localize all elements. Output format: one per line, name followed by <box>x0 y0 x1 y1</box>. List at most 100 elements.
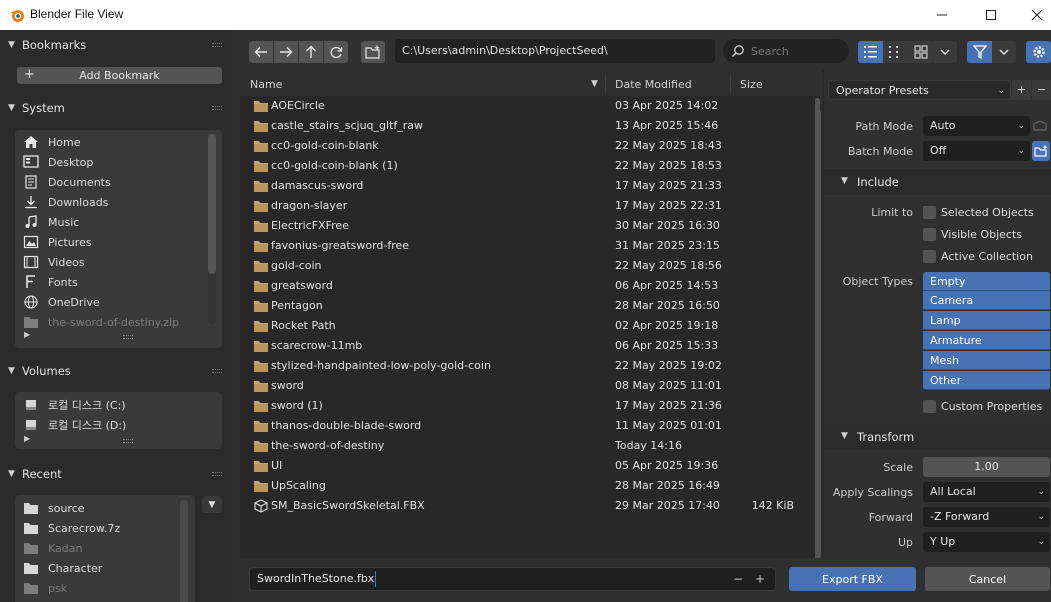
volumes-header[interactable]: ▼ Volumes <box>8 360 230 382</box>
settings-button[interactable] <box>1026 41 1051 63</box>
recent-header[interactable]: ▼ Recent <box>8 463 230 485</box>
back-button[interactable] <box>249 41 273 63</box>
path-field[interactable]: C:\Users\admin\Desktop\ProjectSeed\ <box>395 39 715 63</box>
object-type-empty[interactable]: Empty <box>923 272 1050 291</box>
display-settings-dropdown[interactable] <box>933 41 957 63</box>
increment-button[interactable]: + <box>755 568 765 590</box>
visible-objects-checkbox[interactable]: Visible Objects <box>923 226 1022 242</box>
minimize-button[interactable] <box>919 0 965 30</box>
drag-grip-icon[interactable] <box>212 472 222 476</box>
volume-item-c[interactable]: 로컬 디스크 (C:) <box>23 395 126 415</box>
embed-textures-toggle[interactable] <box>1032 118 1048 134</box>
column-date-header[interactable]: Date Modified <box>615 78 692 91</box>
file-row[interactable]: Pentagon 28 Mar 2025 16:50 <box>240 296 813 316</box>
system-item-videos[interactable]: Videos <box>23 252 85 272</box>
new-folder-button[interactable] <box>361 41 385 63</box>
volume-item-d[interactable]: 로컬 디스크 (D:) <box>23 415 126 435</box>
up-dropdown[interactable]: Y Up ⌄ <box>923 532 1050 552</box>
system-header[interactable]: ▼ System <box>8 97 230 119</box>
file-row[interactable]: dragon-slayer 17 May 2025 22:31 <box>240 196 813 216</box>
active-collection-checkbox[interactable]: Active Collection <box>923 248 1033 264</box>
operator-presets-dropdown[interactable]: Operator Presets ⌄ <box>828 80 1011 100</box>
export-fbx-button[interactable]: Export FBX <box>789 567 916 591</box>
file-row[interactable]: sword (1) 17 May 2025 21:36 <box>240 396 813 416</box>
filename-field[interactable]: SwordInTheStone.fbx − + <box>249 567 776 591</box>
refresh-button[interactable] <box>324 41 348 63</box>
drag-grip-icon[interactable] <box>212 106 222 110</box>
recent-item[interactable]: Kadan <box>23 538 82 558</box>
recent-item[interactable]: Character <box>23 558 102 578</box>
drag-grip-icon[interactable] <box>212 369 222 373</box>
close-button[interactable] <box>1014 0 1051 30</box>
panel-divider[interactable] <box>822 70 824 558</box>
object-type-armature[interactable]: Armature <box>923 331 1050 350</box>
scale-field[interactable]: 1.00 <box>923 457 1050 477</box>
cancel-button[interactable]: Cancel <box>925 567 1050 591</box>
system-scrollbar[interactable] <box>208 134 216 274</box>
object-type-mesh[interactable]: Mesh <box>923 351 1050 370</box>
batch-own-dir-toggle[interactable] <box>1032 141 1050 161</box>
recent-item[interactable]: source <box>23 498 85 518</box>
system-item-desktop[interactable]: Desktop <box>23 152 93 172</box>
file-row[interactable]: cc0-gold-coin-blank 22 May 2025 18:43 <box>240 136 813 156</box>
system-item-music[interactable]: Music <box>23 212 79 232</box>
add-preset-button[interactable]: + <box>1012 80 1031 100</box>
system-item-documents[interactable]: Documents <box>23 172 111 192</box>
custom-properties-checkbox[interactable]: Custom Properties <box>923 398 1042 414</box>
column-name-header[interactable]: Name <box>250 78 282 91</box>
filter-settings-dropdown[interactable] <box>992 41 1016 63</box>
parent-directory-button[interactable] <box>299 41 323 63</box>
file-row[interactable]: UI 05 Apr 2025 19:36 <box>240 456 813 476</box>
search-field[interactable]: Search <box>723 39 849 63</box>
system-item-home[interactable]: Home <box>23 132 80 152</box>
recent-item[interactable]: psk <box>23 578 67 598</box>
file-row[interactable]: SM_BasicSwordSkeletal.FBX 29 Mar 2025 17:… <box>240 496 813 516</box>
file-row[interactable]: favonius-greatsword-free 31 Mar 2025 23:1… <box>240 236 813 256</box>
file-row[interactable]: AOECircle 03 Apr 2025 14:02 <box>240 96 813 116</box>
recent-scrollbar[interactable] <box>180 500 188 602</box>
file-row[interactable]: castle_stairs_scjuq_gltf_raw 13 Apr 2025 … <box>240 116 813 136</box>
recent-dropdown-button[interactable]: ▼ <box>202 496 222 513</box>
file-row[interactable]: thanos-double-blade-sword 11 May 2025 01:… <box>240 416 813 436</box>
expand-arrow-icon[interactable]: ▶ <box>24 434 30 443</box>
view-list-vertical-button[interactable] <box>858 41 883 63</box>
object-type-lamp[interactable]: Lamp <box>923 311 1050 330</box>
selected-objects-checkbox[interactable]: Selected Objects <box>923 204 1034 220</box>
file-row[interactable]: Rocket Path 02 Apr 2025 19:18 <box>240 316 813 336</box>
maximize-button[interactable] <box>968 0 1014 30</box>
object-type-other[interactable]: Other <box>923 371 1050 390</box>
apply-scalings-dropdown[interactable]: All Local ⌄ <box>923 482 1050 502</box>
column-size-header[interactable]: Size <box>740 78 763 91</box>
bookmarks-header[interactable]: ▼ Bookmarks <box>8 34 230 56</box>
system-item-pictures[interactable]: Pictures <box>23 232 92 252</box>
file-row[interactable]: scarecrow-11mb 06 Apr 2025 15:33 <box>240 336 813 356</box>
forward-dropdown[interactable]: -Z Forward ⌄ <box>923 507 1050 527</box>
view-thumbnails-button[interactable] <box>908 41 933 63</box>
transform-section-header[interactable]: ▼ Transform <box>822 424 1051 450</box>
options-scrollbar[interactable] <box>816 110 821 558</box>
view-list-horizontal-button[interactable] <box>883 41 908 63</box>
file-row[interactable]: greatsword 06 Apr 2025 14:53 <box>240 276 813 296</box>
system-item-downloads[interactable]: Downloads <box>23 192 108 212</box>
expand-arrow-icon[interactable]: ▶ <box>24 330 30 339</box>
object-type-camera[interactable]: Camera <box>923 291 1050 310</box>
resize-grip-icon[interactable] <box>123 335 133 339</box>
batch-mode-dropdown[interactable]: Off ⌄ <box>923 141 1030 161</box>
system-item-fonts[interactable]: Fonts <box>23 272 78 292</box>
remove-preset-button[interactable]: − <box>1032 80 1051 100</box>
recent-item[interactable]: Scarecrow.7z <box>23 518 120 538</box>
file-row[interactable]: ElectricFXFree 30 Mar 2025 16:30 <box>240 216 813 236</box>
decrement-button[interactable]: − <box>733 568 743 590</box>
include-section-header[interactable]: ▼ Include <box>822 169 1051 195</box>
file-row[interactable]: sword 08 May 2025 11:01 <box>240 376 813 396</box>
system-item-zip[interactable]: the-sword-of-destiny.zip <box>23 312 179 332</box>
file-row[interactable]: stylized-handpainted-low-poly-gold-coin 2… <box>240 356 813 376</box>
path-mode-dropdown[interactable]: Auto ⌄ <box>923 116 1030 136</box>
file-row[interactable]: UpScaling 28 Mar 2025 16:49 <box>240 476 813 496</box>
add-bookmark-button[interactable]: + Add Bookmark <box>17 67 222 84</box>
system-item-onedrive[interactable]: OneDrive <box>23 292 100 312</box>
file-row[interactable]: cc0-gold-coin-blank (1) 22 May 2025 18:53 <box>240 156 813 176</box>
forward-button[interactable] <box>274 41 298 63</box>
sort-descending-icon[interactable]: ▼ <box>591 79 598 89</box>
resize-grip-icon[interactable] <box>123 439 133 443</box>
